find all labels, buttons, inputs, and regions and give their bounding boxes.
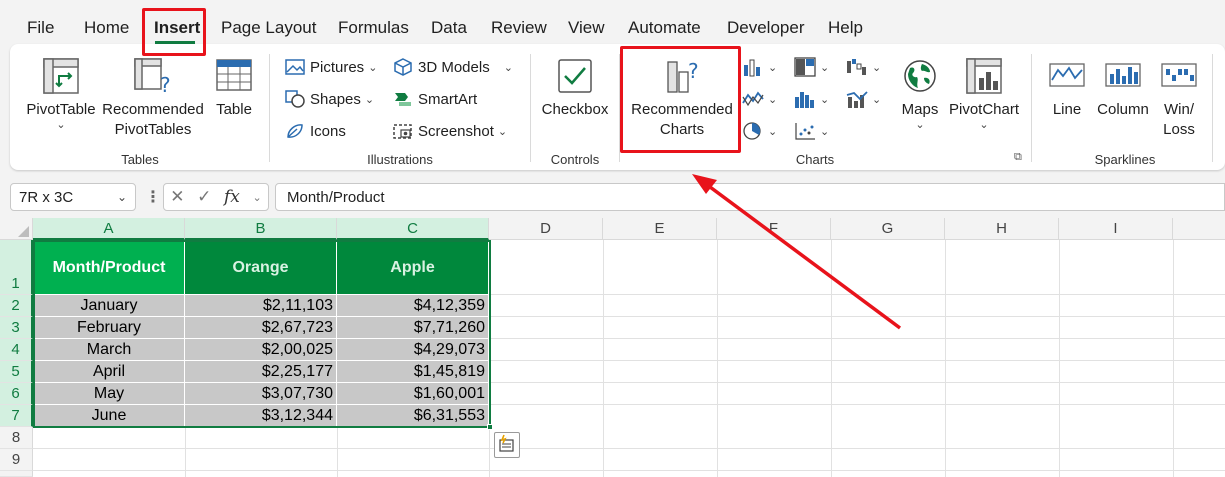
arrow-shaft	[704, 182, 902, 330]
annotation-arrow	[692, 174, 902, 330]
